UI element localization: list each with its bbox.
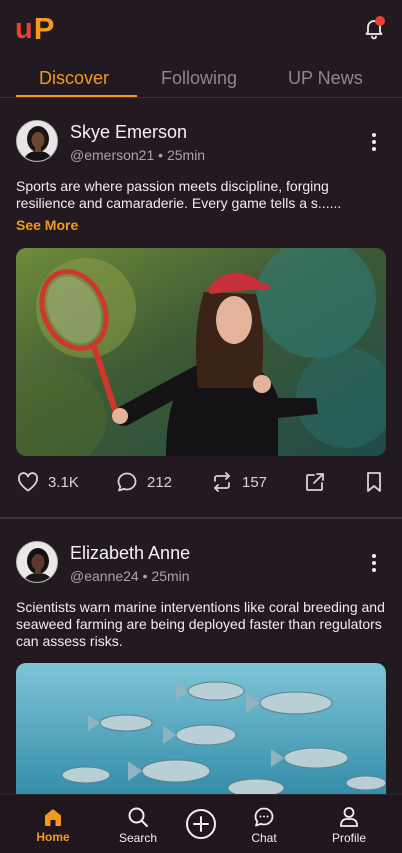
nav-chat[interactable]: Chat [239, 795, 289, 853]
avatar[interactable] [16, 541, 58, 583]
post-card: Skye Emerson @emerson21 • 25min Sports a… [0, 98, 402, 518]
nav-search[interactable]: Search [113, 795, 163, 853]
active-tab-indicator [16, 95, 137, 97]
see-more-link[interactable]: See More [16, 217, 78, 233]
comment-icon [117, 472, 137, 492]
post-time: 25min [166, 147, 206, 163]
post-meta: @eanne24 • 25min [70, 568, 190, 584]
nav-create[interactable] [183, 795, 219, 853]
nav-search-label: Search [118, 831, 158, 845]
comment-button[interactable]: 212 [115, 470, 172, 494]
like-button[interactable]: 3.1K [16, 470, 79, 494]
nav-home-label: Home [36, 830, 70, 844]
nav-profile-label: Profile [331, 831, 366, 845]
post-text: Sports are where passion meets disciplin… [16, 178, 342, 211]
search-icon [128, 807, 148, 827]
author-handle[interactable]: @emerson21 [70, 147, 154, 163]
tab-discover[interactable]: Discover [39, 68, 109, 89]
app-logo[interactable]: uP [15, 12, 54, 44]
bottom-navigation: Home Search Chat Profile [0, 794, 402, 853]
feed-tabs: Discover Following UP News [0, 58, 402, 98]
share-icon [306, 473, 324, 491]
author-handle[interactable]: @eanne24 [70, 568, 139, 584]
share-button[interactable] [303, 470, 327, 494]
heart-icon [17, 472, 39, 492]
home-icon [45, 809, 61, 826]
nav-profile[interactable]: Profile [324, 795, 374, 853]
nav-home[interactable]: Home [28, 795, 78, 853]
tab-following[interactable]: Following [161, 68, 237, 89]
post-card: Elizabeth Anne @eanne24 • 25min Scientis… [0, 519, 402, 803]
like-count: 3.1K [48, 473, 79, 491]
more-options-icon[interactable] [366, 131, 382, 153]
post-actions: 3.1K 212 157 [0, 470, 402, 496]
add-circle-icon [186, 809, 216, 839]
author-name[interactable]: Elizabeth Anne [70, 543, 190, 564]
chat-icon [254, 807, 274, 827]
repost-button[interactable]: 157 [210, 470, 267, 494]
more-options-icon[interactable] [366, 552, 382, 574]
bookmark-icon [367, 472, 381, 492]
nav-chat-label: Chat [251, 831, 277, 845]
comment-count: 212 [147, 473, 173, 491]
post-image[interactable] [16, 663, 386, 803]
top-bar: uP [0, 0, 402, 58]
notification-badge [375, 16, 385, 26]
logo-letter-u: u [15, 13, 33, 45]
repost-icon [214, 472, 230, 492]
post-text: Scientists warn marine interventions lik… [16, 599, 385, 649]
post-meta: @emerson21 • 25min [70, 147, 205, 163]
repost-count: 157 [242, 473, 268, 491]
bookmark-button[interactable] [363, 470, 385, 494]
author-name[interactable]: Skye Emerson [70, 122, 187, 143]
post-time: 25min [151, 568, 190, 584]
meta-separator: • [158, 147, 167, 163]
tab-up-news[interactable]: UP News [288, 68, 363, 89]
logo-letter-p: P [33, 11, 55, 46]
profile-icon [340, 807, 358, 827]
post-image[interactable] [16, 248, 386, 456]
avatar[interactable] [16, 120, 58, 162]
